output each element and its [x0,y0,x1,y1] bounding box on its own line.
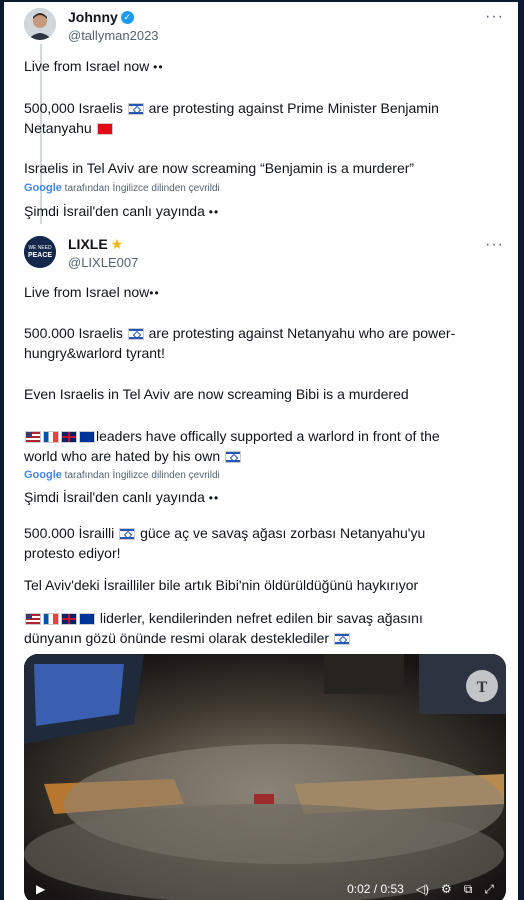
author-handle[interactable]: @LIXLE007 [68,255,138,270]
israel-flag-icon [127,328,144,341]
usa-flag-icon [25,431,41,444]
israel-flag-icon [333,633,350,646]
usa-flag-icon [25,613,41,626]
author-name[interactable]: Johnny [68,9,118,25]
tweet-text-line: 500,000 Israelis are protesting against … [24,100,439,116]
more-options-icon[interactable]: ··· [485,236,504,254]
israel-flag-icon [119,528,136,541]
translated-text-line: Şimdi İsrail'den canlı yayında •• [24,489,220,505]
star-emoji-icon: ★ [110,236,124,252]
translation-note[interactable]: Google tarafından İngilizce dilinden çev… [24,469,220,481]
tweet-text-line: leaders have offically supported a warlo… [24,426,504,446]
author-name[interactable]: LIXLE [68,236,108,252]
fullscreen-icon[interactable]: ⤢ [484,882,494,897]
google-brand: Google [24,469,62,481]
tweet-text-line: 500.000 Israelis are protesting against … [24,325,456,341]
france-flag-icon [43,431,59,444]
video-frame: T [24,654,506,900]
author-handle[interactable]: @tallyman2023 [68,28,159,43]
tweet-thread: Johnny ✓ @tallyman2023 ··· Live from Isra… [4,2,518,900]
eu-flag-icon [79,431,95,444]
author-row: Johnny ✓ [68,9,134,27]
uk-flag-icon [61,613,77,626]
france-flag-icon [43,613,59,626]
tweet-text-line: Live from Israel now•• [24,284,160,300]
translation-note-text: tarafından İngilizce dilinden çevrildi [64,183,220,194]
svg-text:PEACE: PEACE [28,252,52,259]
translated-text-line: protesto ediyor! [24,545,121,561]
author-row: LIXLE ★ [68,236,123,254]
dots-emoji-icon: •• [153,60,164,74]
svg-text:WE NEED: WE NEED [28,245,52,251]
tweet-text-line: Netanyahu [24,118,504,138]
turkey-flag-icon [96,123,113,136]
google-brand: Google [24,182,62,194]
tweet-text-line: Israelis in Tel Aviv are now screaming “… [24,160,415,176]
uk-flag-icon [61,431,77,444]
eu-flag-icon [79,613,95,626]
dots-emoji-icon: •• [208,491,220,505]
translated-text-line: liderler, kendilerinden nefret edilen bi… [24,608,504,628]
tweet-text-line: Live from Israel now •• [24,58,164,74]
translated-text-line: Şimdi İsrail'den canlı yayında •• [24,203,220,219]
video-time: 0:02 / 0:53 [347,882,404,896]
translation-note-text: tarafından İngilizce dilinden çevrildi [64,470,220,481]
video-controls: ▶ 0:02 / 0:53 ◁) ⚙ ⧉ ⤢ [24,874,506,900]
watermark-logo: T [477,679,488,696]
verified-badge-icon: ✓ [120,11,134,25]
play-icon[interactable]: ▶ [36,882,45,896]
translated-text-line: 500.000 İsrailli güce aç ve savaş ağası … [24,525,426,541]
dots-emoji-icon: •• [208,205,220,219]
translated-text-line: Tel Aviv'deki İsrailliler bile artık Bib… [24,577,419,593]
tweet-text-line: world who are hated by his own [24,446,504,466]
pip-icon[interactable]: ⧉ [464,882,473,897]
translated-text-line: dünyanın gözü önünde resmi olarak destek… [24,628,504,648]
video-player[interactable]: T ▶ 0:02 / 0:53 ◁) ⚙ ⧉ ⤢ [24,654,506,900]
dots-emoji-icon: •• [149,286,160,300]
tweet-text-line: hungry&warlord tyrant! [24,345,165,361]
tweet-text-line: Even Israelis in Tel Aviv are now scream… [24,386,409,402]
more-options-icon[interactable]: ··· [485,8,504,26]
avatar[interactable] [24,8,56,40]
israel-flag-icon [225,451,241,464]
settings-icon[interactable]: ⚙ [441,882,452,896]
israel-flag-icon [127,103,144,116]
volume-icon[interactable]: ◁) [416,882,429,896]
translation-note[interactable]: Google tarafından İngilizce dilinden çev… [24,182,220,194]
avatar[interactable]: WE NEED PEACE [24,236,56,268]
